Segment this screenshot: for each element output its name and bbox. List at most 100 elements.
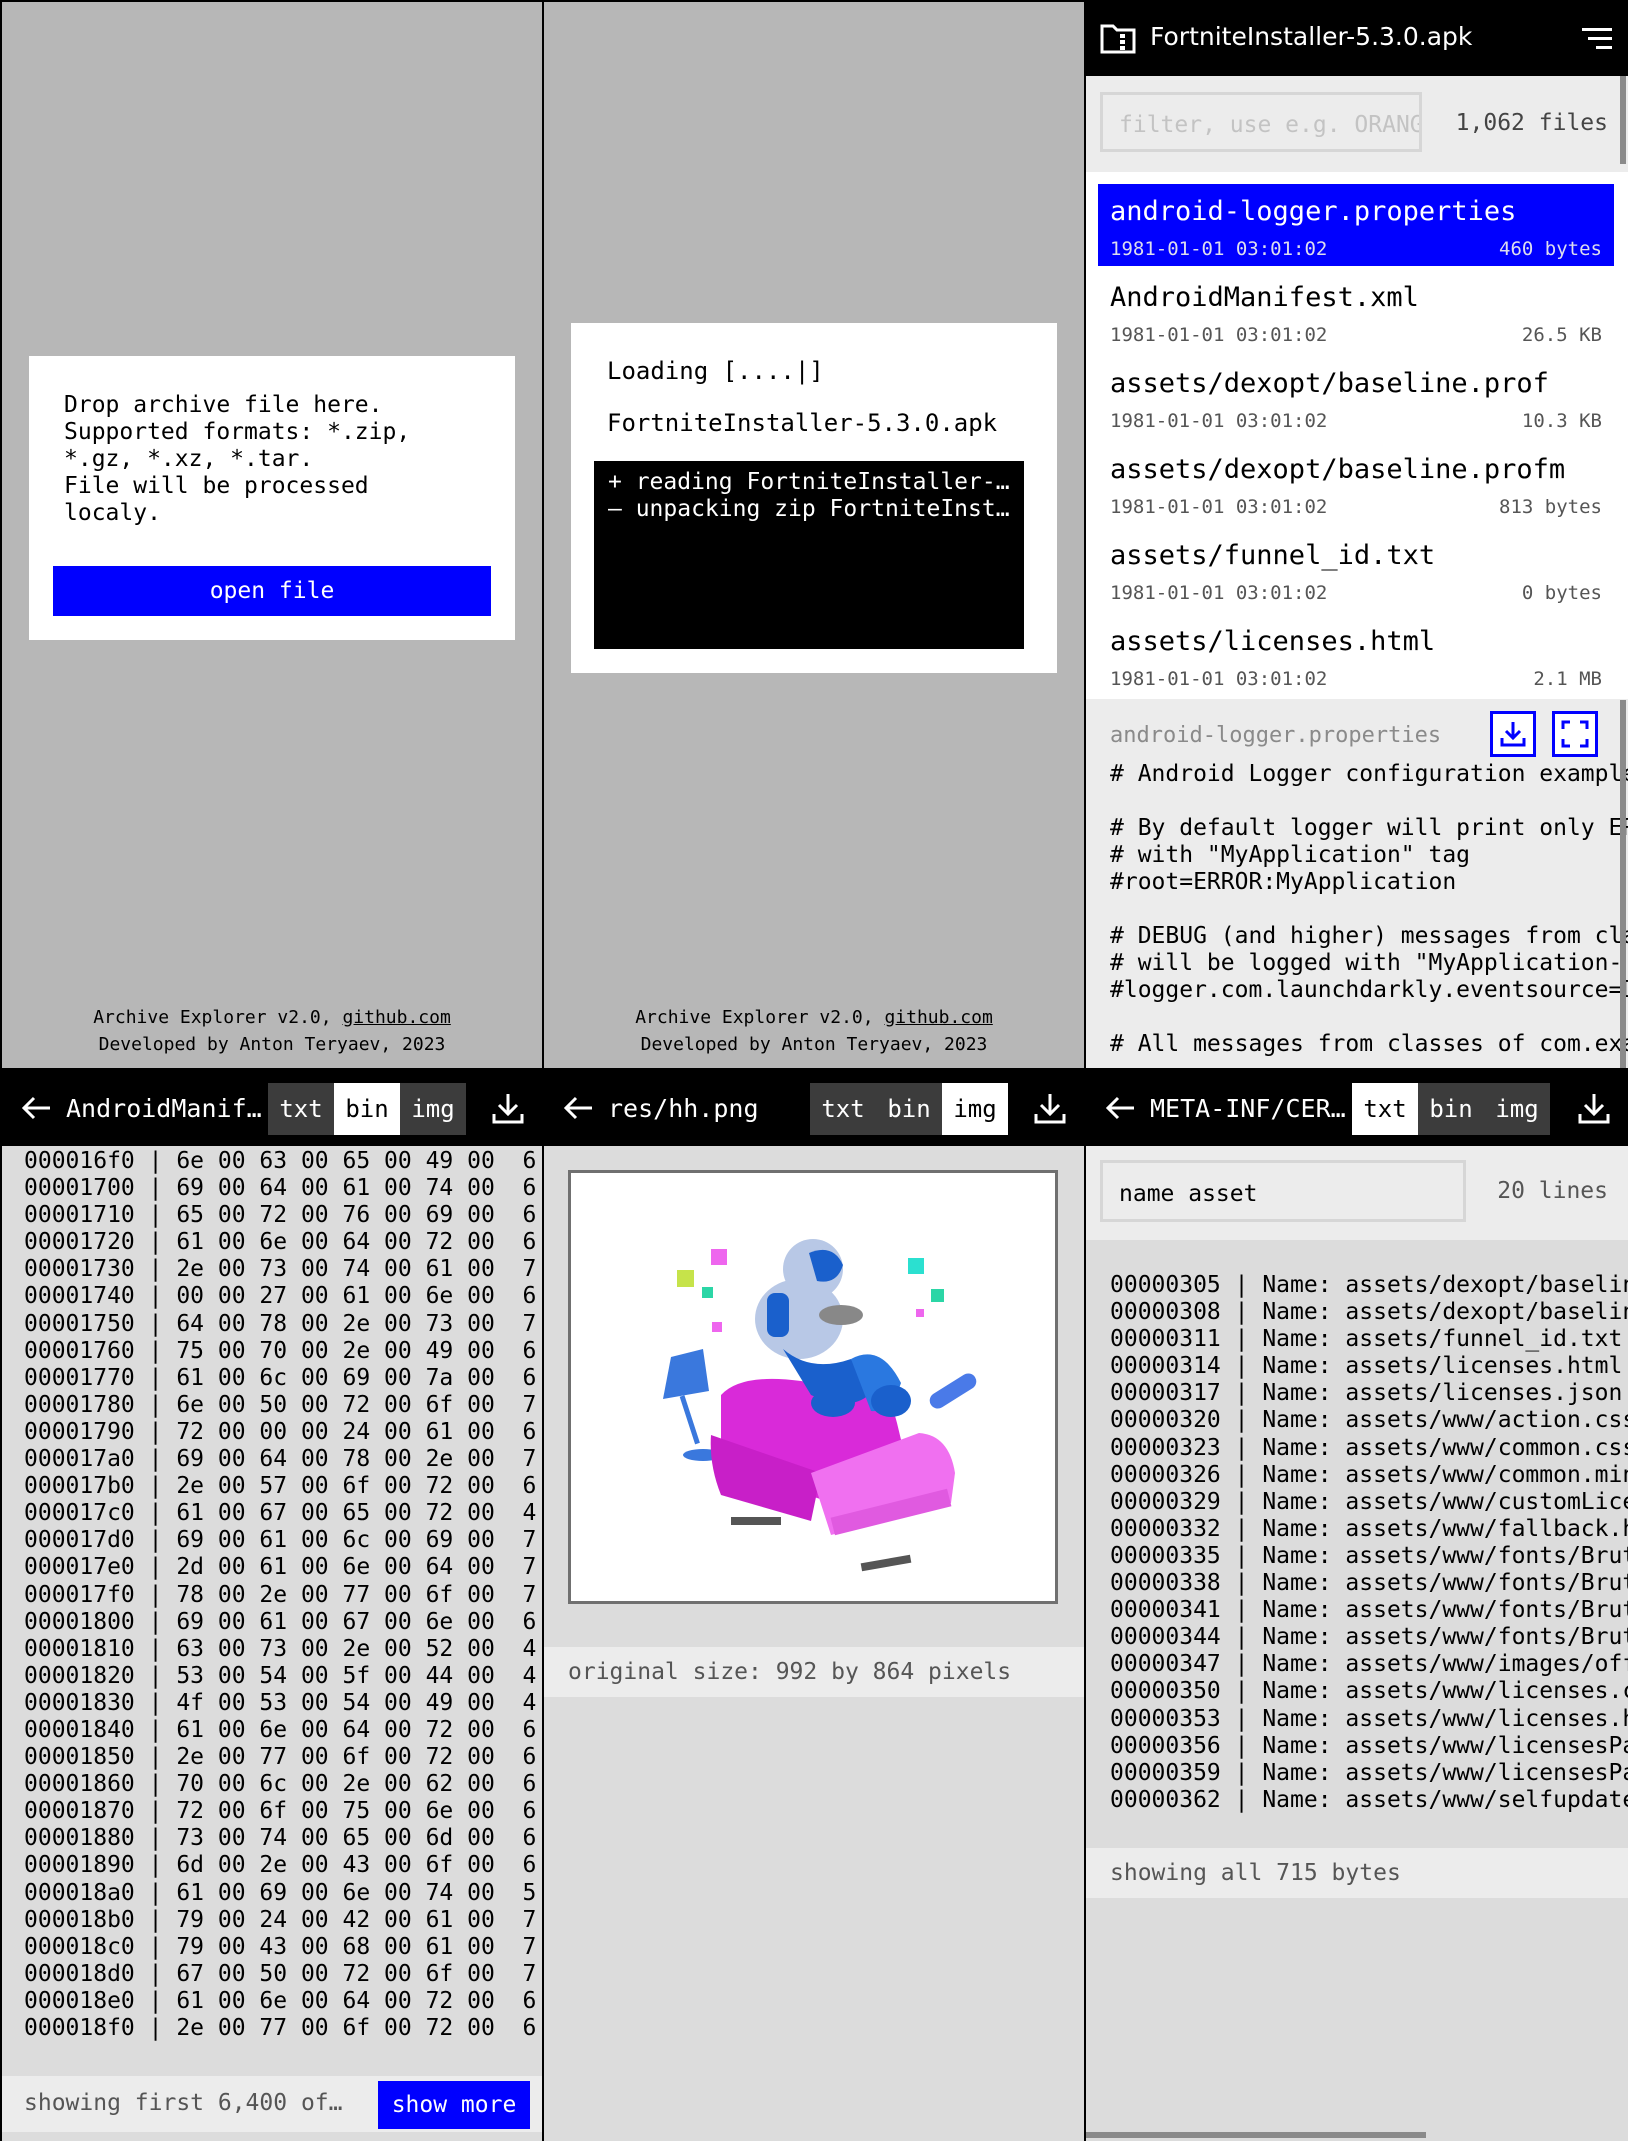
tab-bin[interactable]: bin [334, 1083, 400, 1135]
back-arrow-icon[interactable] [16, 1088, 56, 1128]
hex-row: 00001870 | 72 00 6f 00 75 00 6e 00 6 [24, 1798, 537, 1825]
hex-row: 000017a0 | 69 00 64 00 78 00 2e 00 7 [24, 1446, 537, 1473]
text-line: 00000362 | Name: assets/www/selfupdate [1110, 1786, 1628, 1813]
hex-row: 00001740 | 00 00 27 00 61 00 6e 00 6 [24, 1283, 537, 1310]
drop-message-line: Supported formats: *.zip, [64, 419, 411, 445]
github-link[interactable]: github.com [884, 1007, 992, 1028]
file-list-item[interactable]: assets/dexopt/baseline.profm 1981-01-01 … [1098, 442, 1614, 524]
show-more-button[interactable]: show more [378, 2081, 530, 2129]
file-preview: android-logger.properties # Android Logg… [1086, 699, 1628, 1068]
loading-filename: FortniteInstaller-5.3.0.apk [607, 409, 998, 437]
file-list-item[interactable]: assets/funnel_id.txt 1981-01-01 03:01:02… [1098, 528, 1614, 610]
drop-message-line: File will be processed [64, 473, 369, 499]
file-size: 460 bytes [1499, 238, 1602, 260]
text-line: 00000353 | Name: assets/www/licenses.htm… [1110, 1705, 1628, 1732]
drop-message-line: Drop archive file here. [64, 392, 383, 418]
file-size: 2.1 MB [1533, 668, 1602, 690]
text-filter-bar: name asset 20 lines [1086, 1146, 1628, 1240]
download-icon [1500, 722, 1526, 747]
loading-card: Loading [....|] FortniteInstaller-5.3.0.… [571, 323, 1057, 673]
view-mode-tabs: txt bin img [268, 1083, 466, 1135]
download-icon[interactable] [1030, 1088, 1070, 1128]
back-arrow-icon[interactable] [1100, 1088, 1140, 1128]
text-line: 00000326 | Name: assets/www/common.min.j… [1110, 1461, 1628, 1488]
file-list-item-selected[interactable]: android-logger.properties 1981-01-01 03:… [1098, 184, 1614, 266]
hex-row: 000018e0 | 61 00 6e 00 64 00 72 00 6 [24, 1987, 537, 2014]
hex-footer-text: showing first 6,400 of… [24, 2090, 343, 2116]
tab-img[interactable]: img [942, 1083, 1008, 1135]
file-size: 813 bytes [1499, 496, 1602, 518]
list-scrollbar[interactable] [1620, 76, 1626, 164]
sort-menu-icon[interactable] [1580, 24, 1614, 58]
text-lines: 00000305 | Name: assets/dexopt/baseline.… [1110, 1272, 1628, 1814]
file-count: 1,062 files [1455, 110, 1608, 136]
file-list: android-logger.properties 1981-01-01 03:… [1086, 172, 1628, 699]
text-line: 00000305 | Name: assets/dexopt/baseline.… [1110, 1272, 1628, 1298]
loading-status: Loading [....|] [607, 357, 824, 385]
hex-row: 00001880 | 73 00 74 00 65 00 6d 00 6 [24, 1825, 537, 1852]
hex-row: 000017e0 | 2d 00 61 00 6e 00 64 00 7 [24, 1554, 537, 1581]
text-line: 00000332 | Name: assets/www/fallback.htm… [1110, 1515, 1628, 1542]
hex-footer: showing first 6,400 of… show more [2, 2076, 542, 2132]
text-line: 00000323 | Name: assets/www/common.css [1110, 1434, 1628, 1461]
hex-row: 000018c0 | 79 00 43 00 68 00 61 00 7 [24, 1933, 537, 1960]
log-line: — unpacking zip FortniteInstaller-5.3.0.… [608, 496, 1018, 522]
tab-img[interactable]: img [1484, 1083, 1550, 1135]
file-list-item[interactable]: AndroidManifest.xml 1981-01-01 03:01:02 … [1098, 270, 1614, 352]
github-link[interactable]: github.com [342, 1007, 450, 1028]
hex-row: 000017b0 | 2e 00 57 00 6f 00 72 00 6 [24, 1473, 537, 1500]
image-viewer-panel: res/hh.png txt bin img original size: 99… [544, 1072, 1084, 2141]
hex-row: 000018b0 | 79 00 24 00 42 00 61 00 7 [24, 1906, 537, 1933]
image-info-bar: original size: 992 by 864 pixels [544, 1647, 1084, 1697]
hex-row: 00001770 | 61 00 6c 00 69 00 7a 00 6 [24, 1364, 537, 1391]
viewer-header: res/hh.png txt bin img [544, 1072, 1084, 1146]
file-list-item[interactable]: assets/licenses.html 1981-01-01 03:01:02… [1098, 614, 1614, 696]
loading-panel: Loading [....|] FortniteInstaller-5.3.0.… [544, 2, 1084, 1068]
loading-log: + reading FortniteInstaller-5.3.0.apk — … [594, 461, 1024, 649]
preview-file-name: android-logger.properties [1110, 723, 1442, 748]
tab-txt[interactable]: txt [810, 1083, 876, 1135]
drop-card[interactable]: Drop archive file here. Supported format… [29, 356, 515, 640]
app-footer: Archive Explorer v2.0, github.com Develo… [2, 1004, 542, 1058]
tab-txt[interactable]: txt [268, 1083, 334, 1135]
tab-txt[interactable]: txt [1352, 1083, 1418, 1135]
download-icon[interactable] [1574, 1088, 1614, 1128]
archive-panel: FortniteInstaller-5.3.0.apk filter, use … [1086, 2, 1628, 1068]
tab-img[interactable]: img [400, 1083, 466, 1135]
view-mode-tabs: txt bin img [1352, 1083, 1550, 1135]
horizontal-scrollbar[interactable] [1086, 2132, 1426, 2138]
tab-bin[interactable]: bin [1418, 1083, 1484, 1135]
file-date: 1981-01-01 03:01:02 [1110, 496, 1328, 518]
app-footer: Archive Explorer v2.0, github.com Develo… [544, 1004, 1084, 1058]
download-icon[interactable] [488, 1088, 528, 1128]
preview-scrollbar[interactable] [1620, 700, 1626, 1068]
hex-row: 000017c0 | 61 00 67 00 65 00 72 00 4 [24, 1500, 537, 1527]
text-line: 00000356 | Name: assets/www/licensesPage [1110, 1732, 1628, 1759]
hex-row: 00001700 | 69 00 64 00 61 00 74 00 6 [24, 1175, 537, 1202]
fullscreen-button[interactable] [1552, 711, 1598, 757]
hex-dump: 000016f0 | 6e 00 63 00 65 00 49 00 6 0000… [24, 1148, 536, 2042]
file-name: assets/licenses.html [1110, 626, 1436, 657]
text-line: 00000320 | Name: assets/www/action.css [1110, 1407, 1628, 1434]
text-filter-input[interactable]: name asset [1100, 1160, 1466, 1222]
file-date: 1981-01-01 03:01:02 [1110, 410, 1328, 432]
hex-viewer-panel: AndroidManif… txt bin img 000016f0 | 6e … [2, 1072, 542, 2141]
footer-line-2: Developed by Anton Teryaev, 2023 [640, 1034, 988, 1055]
footer-version: Archive Explorer v2.0, [635, 1007, 885, 1028]
footer-version: Archive Explorer v2.0, [93, 1007, 343, 1028]
file-date: 1981-01-01 03:01:02 [1110, 582, 1328, 604]
text-line: 00000314 | Name: assets/licenses.html [1110, 1353, 1623, 1380]
filter-bar: filter, use e.g. ORANGE 1,062 files [1086, 76, 1628, 172]
open-file-button[interactable]: open file [53, 566, 491, 616]
text-line: 00000329 | Name: assets/www/customLicens… [1110, 1488, 1628, 1515]
file-name: android-logger.properties [1110, 196, 1517, 227]
back-arrow-icon[interactable] [558, 1088, 598, 1128]
download-button[interactable] [1490, 711, 1536, 757]
hex-row: 00001730 | 2e 00 73 00 74 00 61 00 7 [24, 1256, 537, 1283]
filter-input[interactable]: filter, use e.g. ORANGE [1100, 92, 1422, 152]
folder-zip-icon [1100, 22, 1136, 58]
file-list-item[interactable]: assets/dexopt/baseline.prof 1981-01-01 0… [1098, 356, 1614, 438]
file-size: 26.5 KB [1521, 324, 1602, 346]
file-name: assets/dexopt/baseline.prof [1110, 368, 1549, 399]
tab-bin[interactable]: bin [876, 1083, 942, 1135]
